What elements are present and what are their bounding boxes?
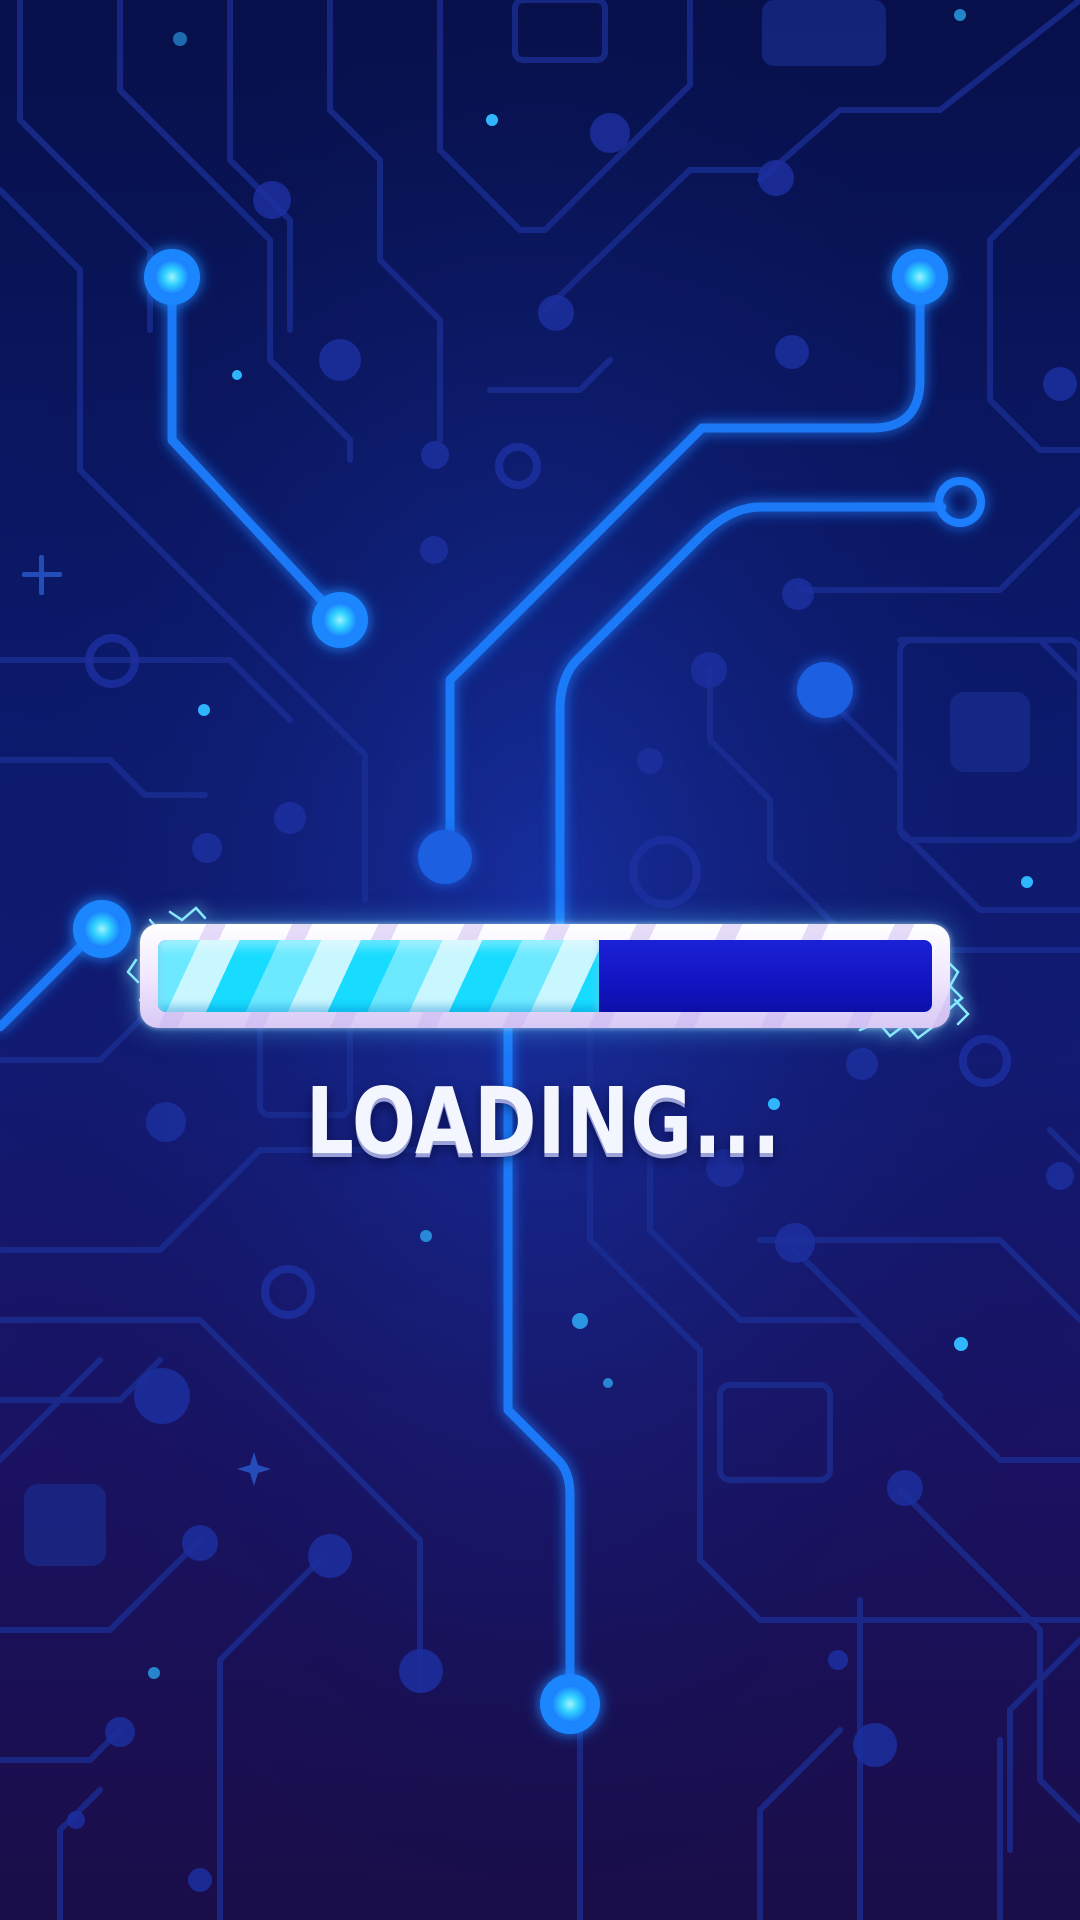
progress-fill [158,940,600,1012]
loading-label: LOADING... [305,1068,782,1175]
progress-track [158,940,932,1012]
loading-progress-bar [140,924,950,1028]
loading-screen: LOADING... [0,0,1080,1920]
